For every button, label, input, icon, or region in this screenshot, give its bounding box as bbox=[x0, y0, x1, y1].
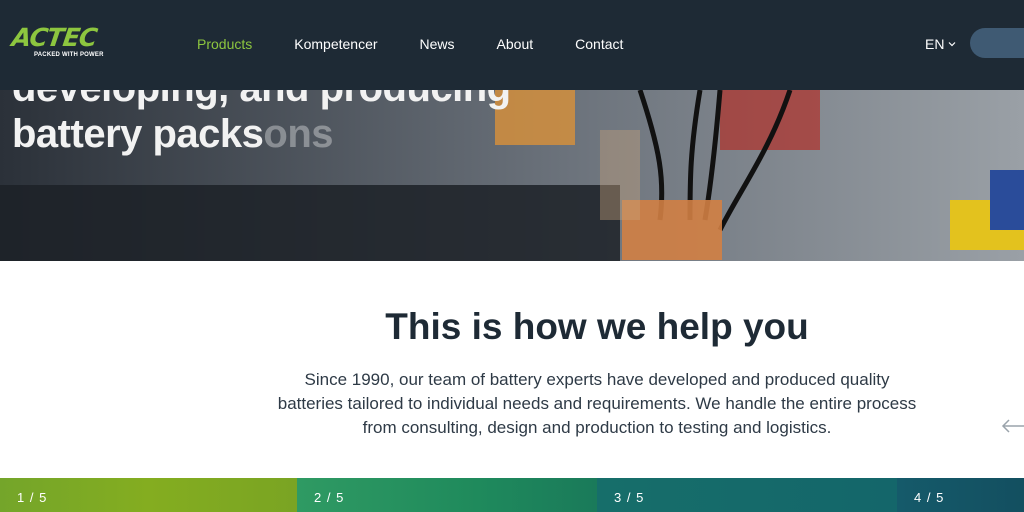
slide-tab-3[interactable]: 3 / 5 bbox=[597, 478, 897, 512]
hero-heading-line-1: developing, and producing bbox=[12, 90, 511, 111]
chevron-down-icon bbox=[949, 42, 956, 47]
slide-tab-4[interactable]: 4 / 5 bbox=[897, 478, 1024, 512]
nav-item-products[interactable]: Products bbox=[197, 35, 252, 53]
arrow-left-icon[interactable] bbox=[1000, 417, 1024, 435]
nav-item-kompetencer[interactable]: Kompetencer bbox=[294, 35, 377, 53]
slide-indicator-bar: 1 / 5 2 / 5 3 / 5 4 / 5 bbox=[0, 478, 1024, 512]
slide-tab-label: 2 / 5 bbox=[314, 490, 345, 505]
hero-heading-text: battery packs bbox=[12, 112, 264, 156]
nav-item-news[interactable]: News bbox=[420, 35, 455, 53]
slide-tab-1[interactable]: 1 / 5 bbox=[0, 478, 297, 512]
hero-heading-ghost-text: ons bbox=[263, 112, 334, 156]
hero-banner: developing, and producing battery packso… bbox=[0, 90, 1024, 261]
language-label: EN bbox=[925, 36, 945, 52]
language-selector[interactable]: EN bbox=[925, 35, 956, 53]
main-nav: Products Kompetencer News About Contact bbox=[197, 35, 623, 53]
header-cta-button[interactable] bbox=[970, 28, 1024, 58]
section-title: This is how we help you bbox=[385, 306, 809, 347]
slide-tab-2[interactable]: 2 / 5 bbox=[297, 478, 597, 512]
hero-heading-line-2: battery packsons bbox=[12, 112, 334, 157]
site-header: ACTEC PACKED WITH POWER Products Kompete… bbox=[0, 0, 1024, 90]
logo-wordmark: ACTEC bbox=[10, 23, 99, 52]
nav-item-about[interactable]: About bbox=[497, 35, 534, 53]
nav-item-contact[interactable]: Contact bbox=[575, 35, 623, 53]
slide-tab-label: 1 / 5 bbox=[17, 490, 48, 505]
slide-tab-label: 3 / 5 bbox=[614, 490, 645, 505]
section-description: Since 1990, our team of battery experts … bbox=[277, 370, 917, 437]
actec-logo[interactable]: ACTEC PACKED WITH POWER bbox=[10, 23, 122, 64]
slide-tab-label: 4 / 5 bbox=[914, 490, 945, 505]
logo-tagline: PACKED WITH POWER bbox=[34, 52, 104, 58]
